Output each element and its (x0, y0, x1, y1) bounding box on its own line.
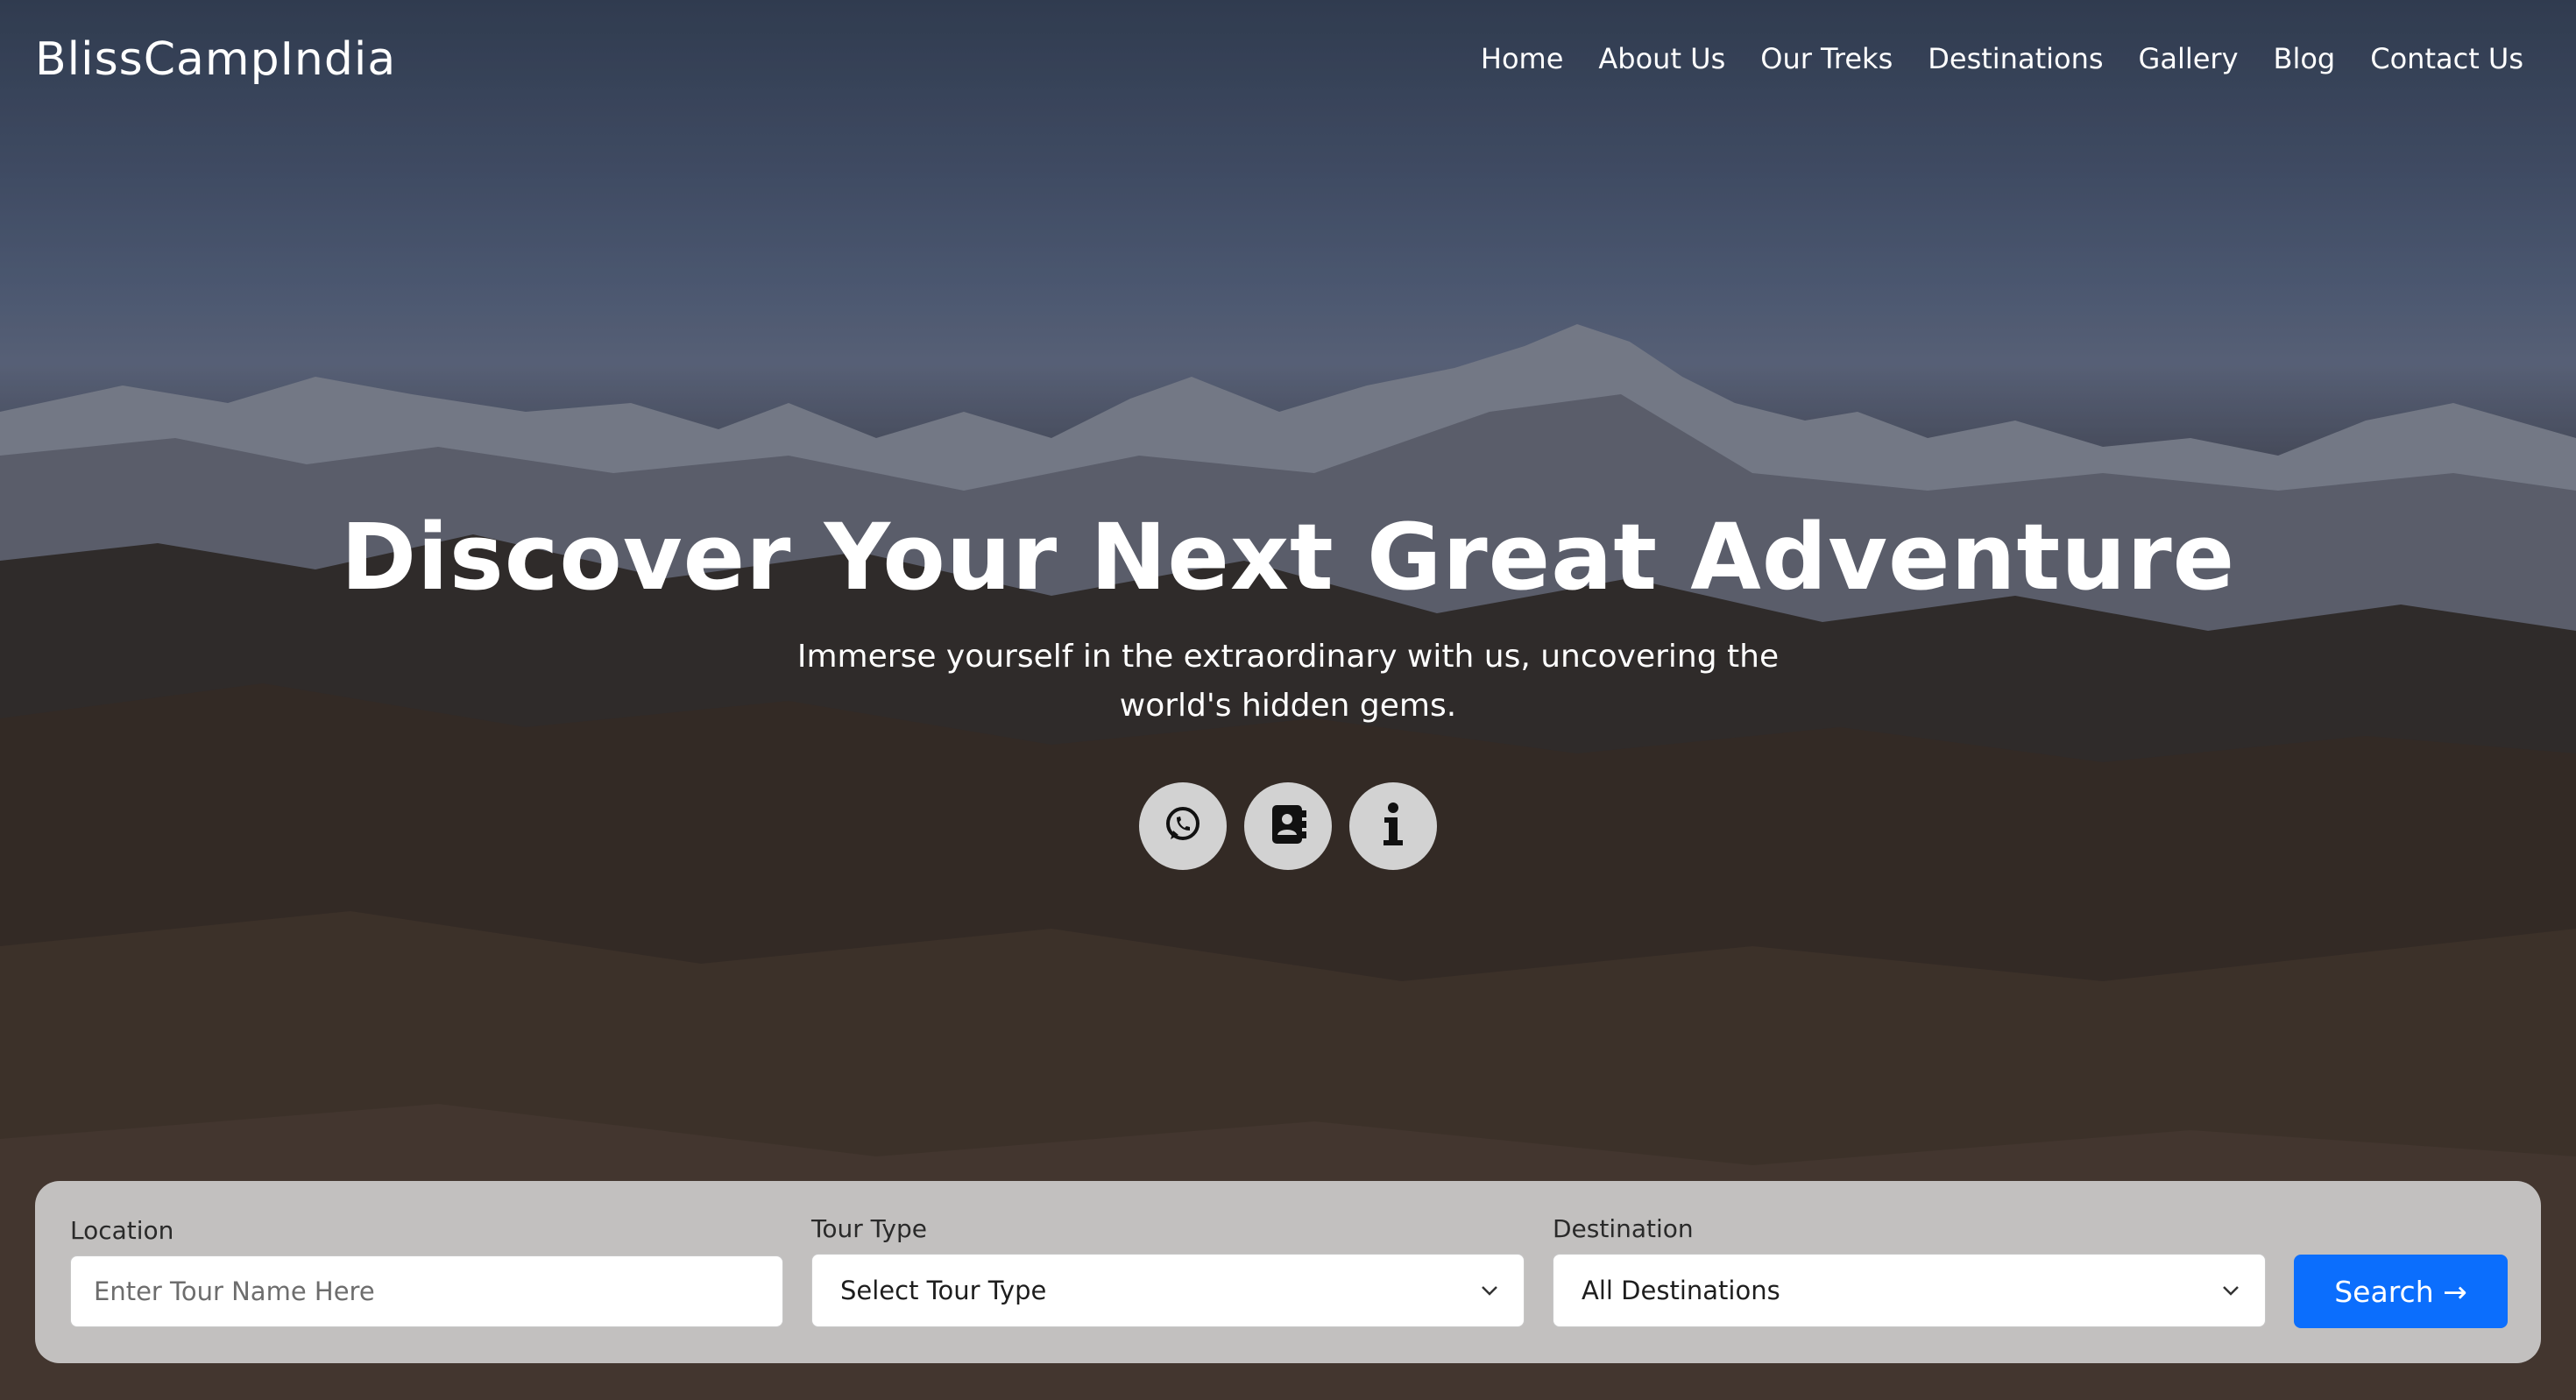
nav-contact-us[interactable]: Contact Us (2370, 42, 2523, 75)
destination-label: Destination (1553, 1214, 1694, 1243)
destination-value: All Destinations (1582, 1276, 1780, 1305)
location-input[interactable]: Enter Tour Name Here (70, 1255, 783, 1327)
search-button[interactable]: Search → (2294, 1255, 2508, 1328)
tour-type-label: Tour Type (811, 1214, 927, 1243)
info-icon (1380, 802, 1406, 851)
chevron-down-icon (2221, 1281, 2240, 1300)
tour-type-value: Select Tour Type (840, 1276, 1047, 1305)
contact-book-button[interactable] (1244, 782, 1332, 870)
location-field-group: Location Enter Tour Name Here (70, 1216, 783, 1327)
hero-subtitle: Immerse yourself in the extraordinary wi… (796, 639, 1780, 724)
destination-field-group: Destination All Destinations (1553, 1214, 2266, 1327)
hero-title: Discover Your Next Great Adventure (340, 504, 2236, 611)
tour-type-select[interactable]: Select Tour Type (811, 1254, 1525, 1327)
nav-destinations[interactable]: Destinations (1928, 42, 2103, 75)
nav-about-us[interactable]: About Us (1598, 42, 1725, 75)
tour-type-field-group: Tour Type Select Tour Type (811, 1214, 1525, 1327)
info-button[interactable] (1349, 782, 1437, 870)
whatsapp-icon (1162, 803, 1204, 849)
search-panel: Location Enter Tour Name Here Tour Type … (35, 1181, 2541, 1363)
location-label: Location (70, 1216, 174, 1245)
destination-select[interactable]: All Destinations (1553, 1254, 2266, 1327)
nav-blog[interactable]: Blog (2274, 42, 2336, 75)
nav-home[interactable]: Home (1481, 42, 1564, 75)
nav-gallery[interactable]: Gallery (2139, 42, 2239, 75)
chevron-down-icon (1480, 1281, 1499, 1300)
contact-book-icon (1267, 802, 1309, 851)
quick-actions (1139, 782, 1437, 870)
hero-section: BlissCampIndia Home About Us Our Treks D… (0, 0, 2576, 1400)
main-nav: Home About Us Our Treks Destinations Gal… (1481, 42, 2523, 75)
whatsapp-button[interactable] (1139, 782, 1227, 870)
brand-logo[interactable]: BlissCampIndia (35, 33, 396, 86)
nav-our-treks[interactable]: Our Treks (1760, 42, 1893, 75)
